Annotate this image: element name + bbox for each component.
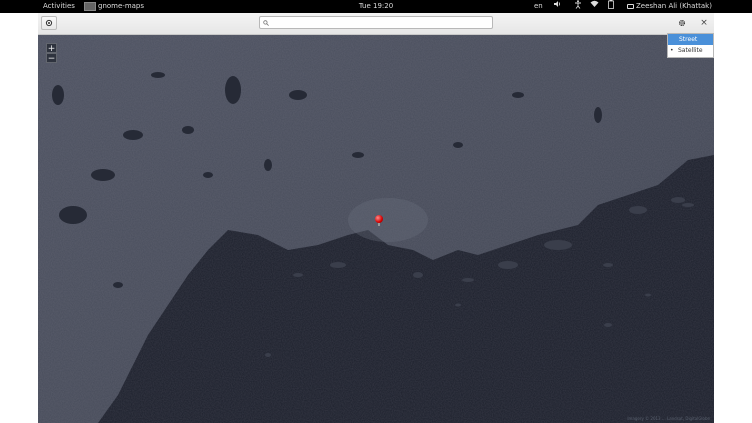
layers-button[interactable] (674, 16, 690, 30)
accessibility-icon[interactable] (574, 0, 582, 14)
zoom-out-button[interactable]: − (46, 53, 57, 64)
keyboard-layout-indicator[interactable]: en (534, 0, 543, 13)
battery-icon[interactable] (608, 0, 614, 14)
location-pin-icon[interactable] (375, 215, 383, 223)
layer-option-satellite[interactable]: • Satellite (668, 45, 713, 56)
zoom-controls: + − (46, 43, 57, 64)
gear-icon (678, 19, 686, 27)
zoom-in-button[interactable]: + (46, 43, 57, 54)
chat-status-icon (627, 4, 634, 9)
layer-option-label: Street (679, 36, 698, 43)
header-bar: × (38, 13, 714, 35)
map-view[interactable]: + − Imagery © 2013 ... Landsat, DigitalG… (38, 35, 714, 423)
wifi-icon[interactable] (590, 0, 599, 13)
close-button[interactable]: × (697, 16, 711, 30)
user-name: Zeeshan Ali (Khattak) (636, 2, 712, 10)
gnome-top-bar: Activities gnome-maps Tue 19:20 en Zeesh… (0, 0, 752, 13)
satellite-imagery (38, 35, 714, 423)
layer-option-label: Satellite (678, 47, 703, 54)
search-input[interactable] (259, 16, 493, 29)
user-menu[interactable]: Zeeshan Ali (Khattak) (627, 0, 712, 13)
layer-menu: Street • Satellite (667, 33, 714, 58)
layer-option-street[interactable]: Street (668, 34, 713, 45)
radio-indicator-icon: • (670, 47, 674, 54)
locate-button[interactable] (41, 16, 57, 30)
search-icon (263, 20, 269, 26)
locate-icon (45, 19, 53, 27)
volume-icon[interactable] (553, 0, 561, 13)
map-attribution: Imagery © 2013 ... Landsat, DigitalGlobe (627, 416, 710, 421)
